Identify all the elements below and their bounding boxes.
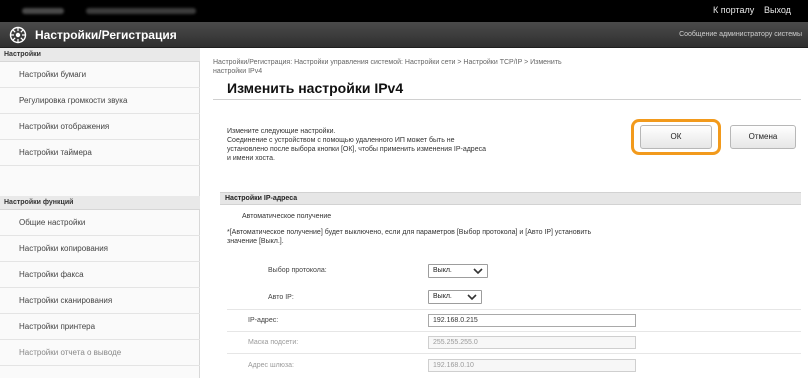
subnet-mask-input[interactable]: 255.255.255.0 [428, 336, 636, 349]
auto-acquire-note: *[Автоматическое получение] будет выключ… [227, 228, 801, 246]
sidebar-section-functions: Настройки функций [0, 196, 200, 210]
blurred-device-name [22, 8, 64, 14]
app-header: Настройки/Регистрация Сообщение админист… [0, 22, 808, 48]
note-line-1: *[Автоматическое получение] будет выключ… [227, 229, 592, 236]
sidebar-item-display[interactable]: Настройки отображения [0, 114, 200, 140]
sidebar: Настройки Настройки бумаги Регулировка г… [0, 48, 200, 378]
protocol-value: Выкл. [433, 267, 452, 274]
protocol-label: Выбор протокола: [268, 267, 327, 274]
auto-acquire-label: Автоматическое получение [242, 213, 332, 220]
gateway-label: Адрес шлюза: [248, 362, 294, 369]
description-line-4: и имени хоста. [227, 155, 275, 162]
title-divider [213, 99, 801, 100]
auto-ip-select[interactable]: Выкл. [428, 290, 482, 304]
sidebar-item-copy[interactable]: Настройки копирования [0, 236, 200, 262]
sidebar-item-printer[interactable]: Настройки принтера [0, 314, 200, 340]
app-title: Настройки/Регистрация [35, 28, 177, 42]
description-line-1: Измените следующие настройки. [227, 128, 336, 135]
cancel-button[interactable]: Отмена [730, 125, 796, 149]
settings-registration-icon [9, 26, 27, 44]
blurred-user-info [86, 8, 196, 14]
logout-link[interactable]: Выход [764, 5, 791, 15]
sidebar-section-settings: Настройки [0, 48, 200, 62]
description-line-3: установлено после выбора кнопки [ОК], чт… [227, 146, 486, 153]
description-line-2: Соединение с устройством с помощью удале… [227, 137, 455, 144]
sidebar-item-paper[interactable]: Настройки бумаги [0, 62, 200, 88]
chevron-down-icon [467, 294, 477, 301]
ok-button[interactable]: ОК [640, 125, 712, 149]
chevron-down-icon [473, 268, 483, 275]
ip-address-label: IP-адрес: [248, 317, 279, 324]
protocol-select[interactable]: Выкл. [428, 264, 488, 278]
auto-ip-value: Выкл. [433, 293, 452, 300]
breadcrumb: Настройки/Регистрация: Настройки управле… [213, 58, 788, 76]
note-line-2: значение [Выкл.]. [227, 238, 284, 245]
sidebar-item-fax[interactable]: Настройки факса [0, 262, 200, 288]
ip-settings-heading: Настройки IP-адреса [220, 192, 801, 205]
breadcrumb-line-2: настройки IPv4 [213, 68, 263, 75]
sidebar-item-timer[interactable]: Настройки таймера [0, 140, 200, 166]
field-divider [227, 309, 801, 310]
portal-link[interactable]: К порталу [713, 5, 754, 15]
sidebar-item-output-report[interactable]: Настройки отчета о выводе [0, 340, 200, 366]
breadcrumb-line-1[interactable]: Настройки/Регистрация: Настройки управле… [213, 58, 788, 67]
field-divider [227, 353, 801, 354]
subnet-mask-label: Маска подсети: [248, 339, 299, 346]
sidebar-item-volume[interactable]: Регулировка громкости звука [0, 88, 200, 114]
description: Измените следующие настройки. Соединение… [227, 127, 486, 163]
ip-address-input[interactable]: 192.168.0.215 [428, 314, 636, 327]
auto-ip-label: Авто IP: [268, 294, 294, 301]
admin-message-link[interactable]: Сообщение администратору системы [679, 31, 802, 38]
page-title: Изменить настройки IPv4 [227, 80, 404, 96]
top-bar: К порталу Выход [0, 0, 808, 22]
sidebar-item-common[interactable]: Общие настройки [0, 210, 200, 236]
gateway-input[interactable]: 192.168.0.10 [428, 359, 636, 372]
sidebar-item-scan[interactable]: Настройки сканирования [0, 288, 200, 314]
field-divider [227, 331, 801, 332]
